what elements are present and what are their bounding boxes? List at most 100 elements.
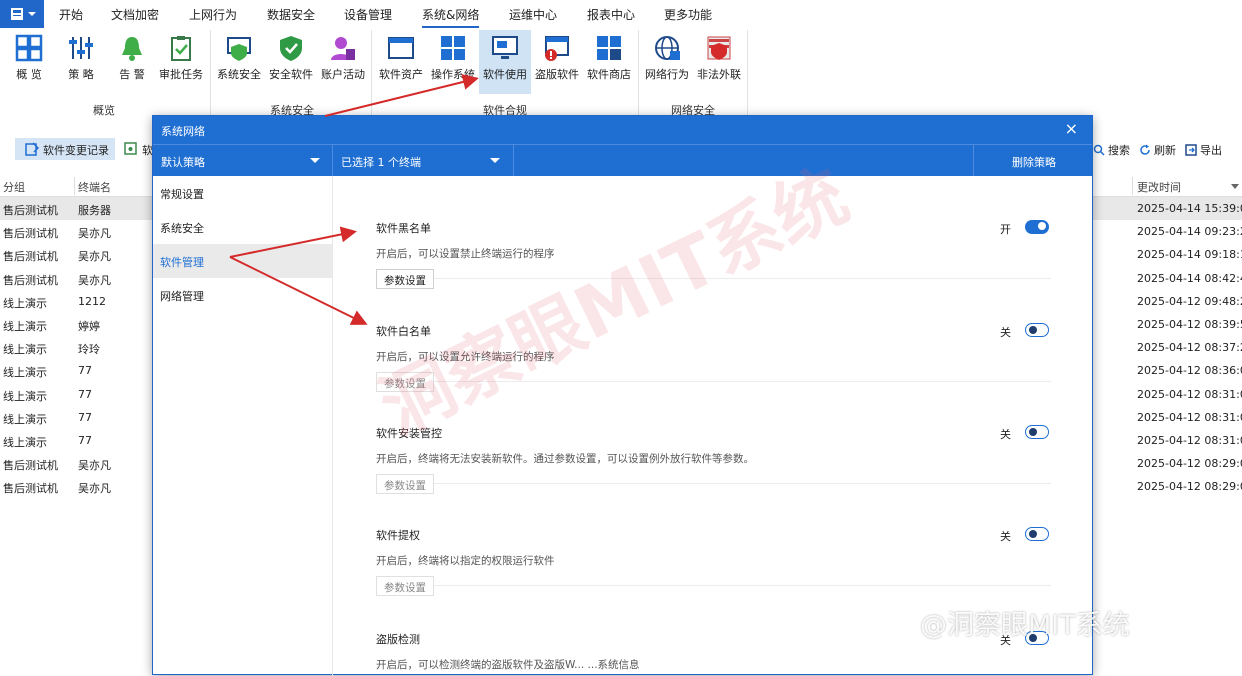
cell-group: 线上演示 (3, 436, 47, 449)
export-button[interactable]: 导出 (1185, 142, 1222, 158)
toggle-state-label: 关 (1000, 428, 1011, 441)
security-software-icon (280, 36, 302, 61)
account-activity-label: 账户活动 (321, 68, 365, 81)
delete-policy-button[interactable]: 删除策略 (973, 145, 1092, 176)
nav-system-security[interactable]: 系统安全 (153, 210, 333, 244)
nav-label: 软件管理 (160, 256, 204, 269)
menu-ops-center[interactable]: 运维中心 (509, 6, 557, 23)
section-software-elevation: 软件提权 开启后，终端将以指定的权限运行软件 参数设置 关 (376, 483, 1051, 596)
policy-select[interactable]: 默认策略 (153, 145, 333, 176)
account-activity-icon (331, 37, 355, 60)
cell-terminal: 吴亦凡 (78, 273, 111, 287)
cell-terminal: 吴亦凡 (78, 482, 111, 496)
approval-task-icon (171, 36, 191, 61)
pirated-software-icon (545, 36, 569, 61)
cell-group: 线上演示 (3, 366, 47, 380)
cell-group: 售后测试机 (3, 482, 58, 496)
network-behavior-button[interactable]: 网络行为 (641, 30, 693, 94)
software-change-log-button[interactable]: 软件变更记录 (15, 138, 115, 160)
nav-label: 常规设置 (160, 188, 204, 201)
close-icon[interactable]: × (1065, 119, 1078, 138)
cell-time: 2025-04-12 08:39:59 (1137, 318, 1242, 331)
cell-group: 线上演示 (3, 343, 47, 357)
cell-group: 售后测试机 (3, 459, 58, 473)
dialog-policy-bar: 默认策略 已选择 1 个终端 删除策略 (153, 144, 1092, 176)
account-activity-button[interactable]: 账户活动 (317, 30, 369, 94)
policy-button[interactable]: 策 略 (55, 30, 107, 94)
cell-terminal: 77 (78, 364, 92, 378)
toggle-state-label: 关 (1000, 326, 1011, 339)
nav-network-management[interactable]: 网络管理 (153, 278, 333, 312)
search-button[interactable]: 搜索 (1093, 142, 1130, 158)
cell-group: 售后测试机 (3, 273, 58, 287)
chevron-down-icon (490, 158, 500, 163)
whitelist-toggle[interactable] (1025, 323, 1049, 337)
ribbon-separator (747, 30, 748, 116)
approval-task-button[interactable]: 审批任务 (155, 30, 207, 94)
cell-group: 线上演示 (3, 389, 47, 403)
change-log-icon (25, 142, 39, 156)
cell-group: 线上演示 (3, 412, 47, 426)
elevation-toggle[interactable] (1025, 527, 1049, 541)
nav-general-settings[interactable]: 常规设置 (153, 176, 333, 210)
cell-terminal: 77 (78, 434, 92, 447)
menu-start[interactable]: 开始 (59, 6, 83, 23)
dialog-title: 系统网络 (161, 125, 205, 138)
software-store-label: 软件商店 (587, 68, 631, 81)
column-group-header[interactable]: 分组 (3, 179, 25, 195)
software-assets-button[interactable]: 软件资产 (375, 30, 427, 94)
cell-time: 2025-04-12 08:31:07 (1137, 387, 1242, 401)
sort-desc-icon[interactable] (1231, 184, 1239, 189)
cell-time: 2025-04-12 08:29:03 (1137, 480, 1242, 494)
software-store-button[interactable]: 软件商店 (583, 30, 635, 94)
alarm-button[interactable]: 告 警 (106, 30, 158, 94)
cell-terminal: 婷婷 (78, 320, 100, 333)
column-divider (74, 177, 75, 195)
nav-label: 系统安全 (160, 222, 204, 235)
menu-bar: 开始 文档加密 上网行为 数据安全 设备管理 系统&网络 运维中心 报表中心 更… (0, 0, 1242, 28)
menu-internet-behavior[interactable]: 上网行为 (189, 6, 237, 23)
cell-time: 2025-04-12 08:31:07 (1137, 434, 1242, 447)
export-label: 导出 (1200, 144, 1222, 157)
cell-time: 2025-04-14 15:39:08 (1137, 202, 1242, 215)
alarm-bell-icon (122, 37, 142, 61)
operating-system-button[interactable]: 操作系统 (427, 30, 479, 94)
menu-device-management[interactable]: 设备管理 (344, 6, 392, 23)
blacklist-toggle[interactable] (1025, 220, 1049, 234)
overview-button[interactable]: 概 览 (3, 30, 55, 94)
refresh-button[interactable]: 刷新 (1139, 142, 1176, 158)
chevron-down-icon (28, 12, 36, 16)
refresh-label: 刷新 (1154, 144, 1176, 157)
refresh-icon (1140, 144, 1150, 155)
section-desc: 开启后，终端将以指定的权限运行软件 (376, 555, 555, 567)
menu-more-features[interactable]: 更多功能 (664, 6, 712, 23)
software-usage-button[interactable]: 软件使用 (479, 30, 531, 94)
policy-select-value: 默认策略 (161, 156, 205, 169)
cell-terminal: 玲玲 (78, 343, 100, 357)
install-control-toggle[interactable] (1025, 425, 1049, 439)
system-security-icon (227, 37, 251, 61)
section-desc: 开启后，终端将无法安装新软件。通过参数设置，可以设置例外放行软件等参数。 (376, 453, 754, 465)
system-security-button[interactable]: 系统安全 (213, 30, 265, 94)
section-title: 软件提权 (376, 529, 420, 542)
illegal-outreach-button[interactable]: 非法外联 (693, 30, 745, 94)
cell-terminal: 77 (78, 387, 92, 401)
cell-group: 售后测试机 (3, 227, 58, 241)
menu-data-security[interactable]: 数据安全 (267, 6, 315, 23)
menu-report-center[interactable]: 报表中心 (587, 6, 635, 23)
security-software-button[interactable]: 安全软件 (265, 30, 317, 94)
app-menu-button[interactable] (0, 0, 44, 28)
terminal-select[interactable]: 已选择 1 个终端 (333, 145, 514, 176)
pirated-software-button[interactable]: 盗版软件 (531, 30, 583, 94)
cell-time: 2025-04-12 08:36:08 (1137, 364, 1242, 378)
operating-system-icon (441, 36, 465, 60)
column-time-header[interactable]: 更改时间 (1137, 179, 1181, 195)
section-title: 软件黑名单 (376, 222, 431, 235)
menu-doc-encryption[interactable]: 文档加密 (111, 6, 159, 23)
column-terminal-header[interactable]: 终端名 (78, 179, 111, 195)
nav-software-management[interactable]: 软件管理 (153, 244, 333, 278)
menu-system-network[interactable]: 系统&网络 (422, 6, 480, 28)
cell-terminal: 吴亦凡 (78, 227, 111, 241)
toggle-state-label: 关 (1000, 530, 1011, 543)
cell-time: 2025-04-14 09:18:16 (1137, 248, 1242, 262)
